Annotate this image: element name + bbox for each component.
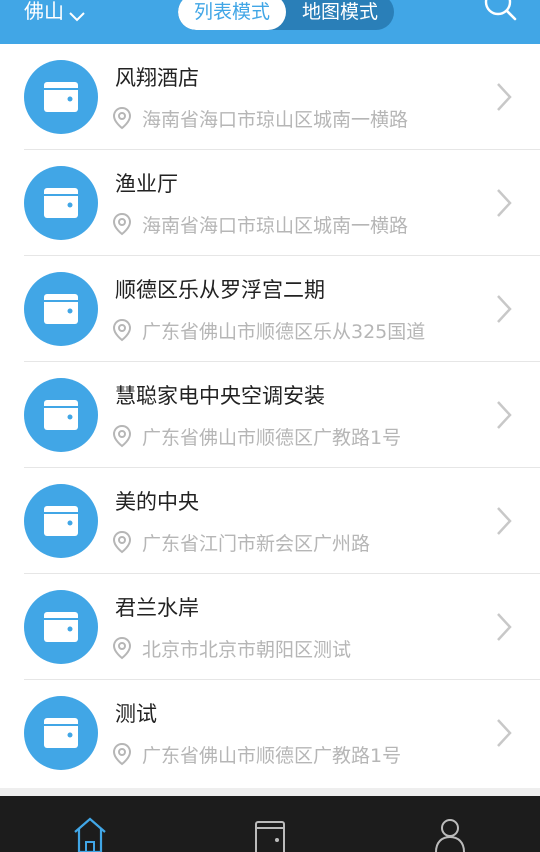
address-text: 广东省佛山市顺德区广教路1号	[142, 744, 402, 767]
wallet-icon	[24, 166, 98, 240]
address-text: 北京市北京市朝阳区测试	[142, 638, 352, 661]
item-title: 慧聪家电中央空调安装	[115, 384, 325, 408]
location-pin-icon	[112, 212, 132, 236]
wallet-icon	[24, 272, 98, 346]
chevron-right-icon	[496, 506, 512, 536]
city-selector[interactable]: 佛山	[24, 0, 86, 24]
item-title: 渔业厅	[115, 172, 178, 196]
wallet-icon	[24, 484, 98, 558]
item-title: 顺德区乐从罗浮宫二期	[115, 278, 325, 302]
item-address: 广东省佛山市顺德区广教路1号	[112, 742, 402, 767]
location-pin-icon	[112, 106, 132, 130]
chevron-right-icon	[496, 400, 512, 430]
chevron-down-icon	[68, 4, 86, 22]
address-text: 广东省佛山市顺德区乐从325国道	[142, 320, 426, 343]
mode-toggle: 列表模式 地图模式	[178, 0, 394, 30]
list-item[interactable]: 风翔酒店 海南省海口市琼山区城南一横路	[0, 44, 540, 150]
item-title: 美的中央	[115, 490, 199, 514]
user-icon[interactable]	[430, 816, 470, 852]
location-pin-icon	[112, 742, 132, 766]
list-item[interactable]: 测试 广东省佛山市顺德区广教路1号	[0, 680, 540, 786]
chevron-right-icon	[496, 188, 512, 218]
bottom-tab-bar	[0, 796, 540, 852]
item-address: 广东省佛山市顺德区广教路1号	[112, 424, 402, 449]
location-pin-icon	[112, 530, 132, 554]
chevron-right-icon	[496, 294, 512, 324]
item-title: 测试	[115, 702, 157, 726]
location-pin-icon	[112, 636, 132, 660]
chevron-right-icon	[496, 612, 512, 642]
item-address: 广东省江门市新会区广州路	[112, 530, 371, 555]
home-icon[interactable]	[70, 816, 110, 852]
wallet-icon[interactable]	[250, 816, 290, 852]
map-mode-tab[interactable]: 地图模式	[286, 0, 394, 30]
address-text: 广东省江门市新会区广州路	[142, 532, 371, 555]
list-footer-gap	[0, 788, 540, 796]
item-address: 广东省佛山市顺德区乐从325国道	[112, 318, 426, 343]
location-pin-icon	[112, 318, 132, 342]
chevron-right-icon	[496, 718, 512, 748]
store-list: 风翔酒店 海南省海口市琼山区城南一横路 渔业厅 海南省海口市琼山区城南一横路 顺…	[0, 44, 540, 786]
wallet-icon	[24, 590, 98, 664]
city-label: 佛山	[24, 0, 64, 23]
location-pin-icon	[112, 424, 132, 448]
chevron-right-icon	[496, 82, 512, 112]
wallet-icon	[24, 696, 98, 770]
list-item[interactable]: 顺德区乐从罗浮宫二期 广东省佛山市顺德区乐从325国道	[0, 256, 540, 362]
item-title: 风翔酒店	[115, 66, 199, 90]
list-item[interactable]: 慧聪家电中央空调安装 广东省佛山市顺德区广教路1号	[0, 362, 540, 468]
list-item[interactable]: 君兰水岸 北京市北京市朝阳区测试	[0, 574, 540, 680]
item-address: 海南省海口市琼山区城南一横路	[112, 212, 409, 237]
item-address: 海南省海口市琼山区城南一横路	[112, 106, 409, 131]
top-bar: 佛山 列表模式 地图模式	[0, 0, 540, 44]
search-icon[interactable]	[482, 0, 518, 24]
address-text: 海南省海口市琼山区城南一横路	[142, 108, 409, 131]
list-item[interactable]: 美的中央 广东省江门市新会区广州路	[0, 468, 540, 574]
list-mode-tab[interactable]: 列表模式	[178, 0, 286, 30]
address-text: 海南省海口市琼山区城南一横路	[142, 214, 409, 237]
wallet-icon	[24, 378, 98, 452]
list-item[interactable]: 渔业厅 海南省海口市琼山区城南一横路	[0, 150, 540, 256]
item-title: 君兰水岸	[115, 596, 199, 620]
item-address: 北京市北京市朝阳区测试	[112, 636, 352, 661]
address-text: 广东省佛山市顺德区广教路1号	[142, 426, 402, 449]
wallet-icon	[24, 60, 98, 134]
